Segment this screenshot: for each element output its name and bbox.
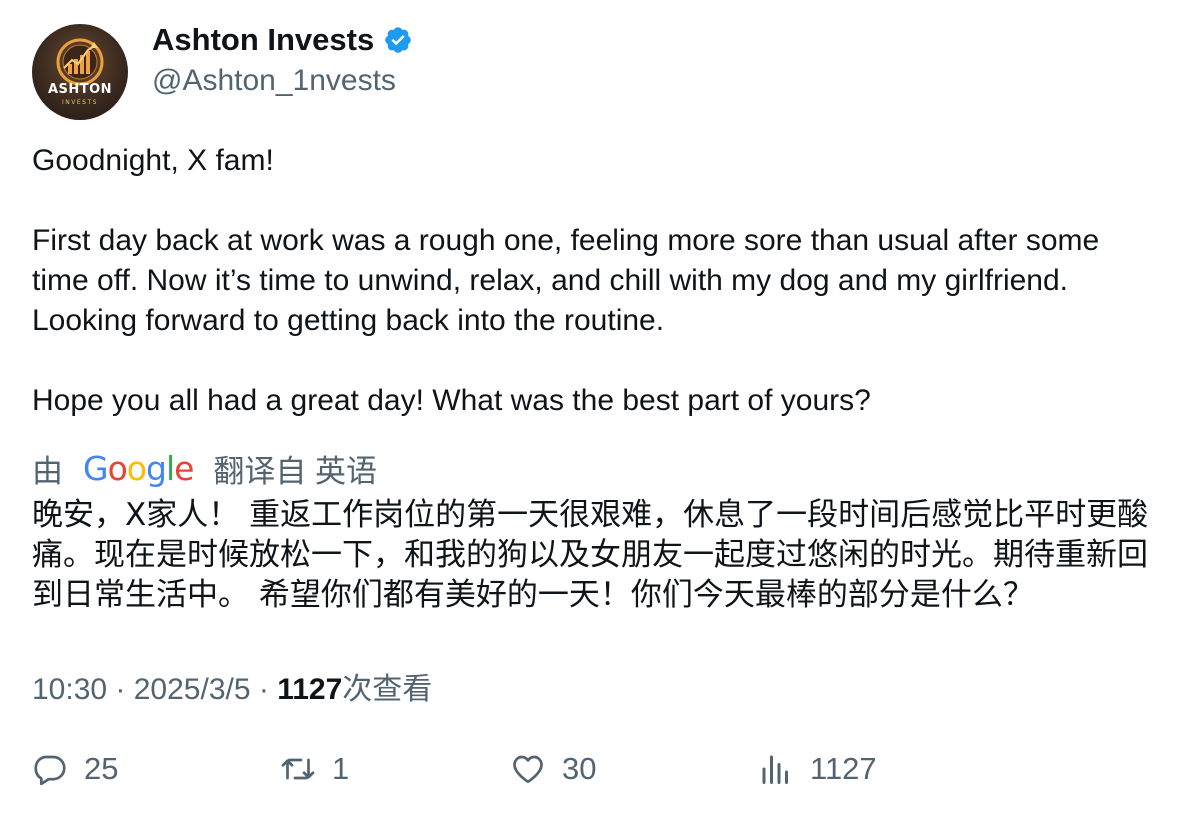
tweet-paragraph: First day back at work was a rough one, … [32, 224, 1100, 337]
author-handle[interactable]: @Ashton_1nvests [152, 64, 396, 98]
meta-separator: · [250, 673, 278, 706]
repost-icon [281, 758, 315, 780]
avatar-subtitle: INVESTS [62, 99, 98, 106]
views-action-count: 1127 [810, 751, 877, 786]
tweet-text: Goodnight, X fam! First day back at work… [32, 141, 1162, 421]
display-name-text: Ashton Invests [152, 22, 375, 57]
tweet-paragraph: Goodnight, X fam! [32, 144, 274, 177]
tweet-meta: 10:30 · 2025/3/5 · 1127次查看 [32, 664, 432, 708]
tweet-time[interactable]: 10:30 [32, 673, 107, 706]
views-label: 次查看 [342, 673, 433, 706]
reply-icon [34, 755, 66, 786]
repost-button[interactable]: 1 [280, 751, 349, 787]
meta-separator: · [107, 673, 134, 706]
views-count: 1127 [277, 673, 343, 706]
author-display-name[interactable]: Ashton Invests [152, 22, 413, 58]
avatar-title: ASHTON [47, 82, 113, 97]
translation-source-language: 翻译自 英语 [213, 454, 378, 489]
verified-badge-icon[interactable] [383, 25, 413, 55]
like-count: 30 [562, 751, 597, 786]
avatar[interactable]: ASHTON INVESTS [32, 24, 128, 120]
tweet-paragraph: Hope you all had a great day! What was t… [32, 384, 871, 417]
like-icon [513, 755, 543, 784]
reply-button[interactable]: 25 [32, 751, 118, 787]
google-logo[interactable]: Google [83, 449, 194, 488]
tweet-date[interactable]: 2025/3/5 [134, 673, 251, 706]
views-button[interactable]: 1127 [758, 751, 877, 787]
action-bar: 25 1 30 1127 [32, 751, 1162, 793]
translation-attribution: 由 Google 翻译自 英语 [32, 446, 377, 491]
views-icon [762, 755, 788, 784]
translation-prefix: 由 [32, 454, 63, 489]
repost-count: 1 [332, 751, 350, 786]
like-button[interactable]: 30 [510, 751, 596, 787]
translated-text: 晚安，X家人！ 重返工作岗位的第一天很艰难，休息了一段时间后感觉比平时更酸痛。现… [32, 497, 1149, 613]
reply-count: 25 [84, 751, 119, 786]
